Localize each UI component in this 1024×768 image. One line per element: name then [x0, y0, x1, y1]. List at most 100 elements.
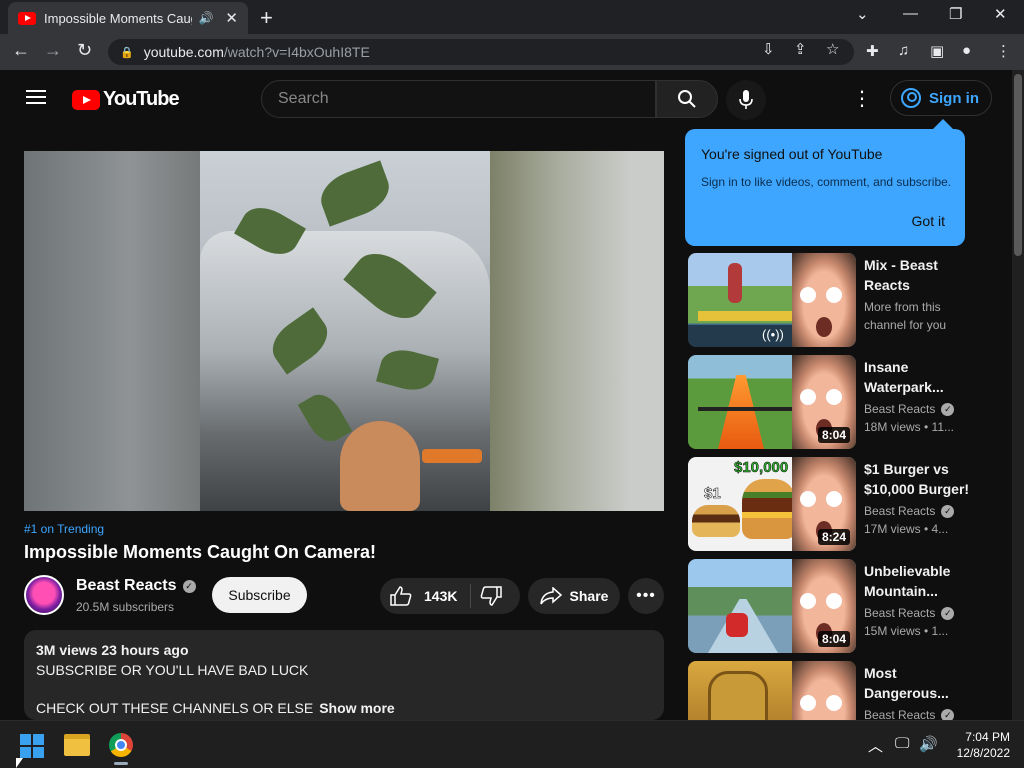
- like-divider: [470, 584, 471, 608]
- side-panel-icon[interactable]: ▣: [930, 42, 944, 60]
- network-icon[interactable]: 🖵: [895, 735, 909, 752]
- reload-icon[interactable]: ↻: [77, 40, 92, 61]
- system-clock[interactable]: 7:04 PM 12/8/2022: [944, 729, 1010, 761]
- tray-chevron-icon[interactable]: ︿: [868, 735, 883, 756]
- chrome-icon[interactable]: [109, 733, 133, 757]
- dislike-button[interactable]: [480, 586, 502, 611]
- search-button[interactable]: [656, 80, 718, 118]
- back-icon[interactable]: ←: [12, 40, 30, 61]
- recommendation-item[interactable]: ((•)) Mix - Beast Reacts More from this …: [688, 253, 1008, 347]
- media-control-icon[interactable]: ♫: [898, 42, 909, 59]
- recommendation-title[interactable]: Unbelievable Mountain...: [864, 561, 968, 601]
- thumb-slide: [718, 375, 764, 449]
- bookmark-star-icon[interactable]: ☆: [826, 40, 839, 58]
- close-window-button[interactable]: ✕: [994, 5, 1007, 23]
- browser-menu-icon[interactable]: ⋮: [996, 42, 1011, 60]
- verified-badge-icon: ✓: [182, 580, 196, 593]
- recommendation-channel-text: Beast Reacts: [864, 402, 936, 416]
- menu-icon[interactable]: [26, 90, 46, 104]
- windows-taskbar: ︿ 🖵 🔊 7:04 PM 12/8/2022: [0, 720, 1024, 768]
- video-blur-left: [24, 151, 200, 511]
- share-button[interactable]: Share: [528, 578, 620, 614]
- recommendation-channel: Beast Reacts ✓: [864, 402, 955, 416]
- thumb-face: [792, 253, 856, 347]
- channel-name-text: Beast Reacts: [76, 577, 177, 594]
- video-player[interactable]: [24, 151, 664, 511]
- volume-icon[interactable]: 🔊: [919, 735, 938, 753]
- share-page-icon[interactable]: ⇪: [794, 40, 807, 58]
- video-duration: 8:04: [817, 631, 850, 647]
- tooltip-body: Sign in to like videos, comment, and sub…: [701, 175, 952, 189]
- video-duration: 8:24: [817, 529, 850, 545]
- address-bar[interactable]: 🔒 youtube.com/watch?v=I4bxOuhI8TE: [108, 39, 854, 65]
- video-thumbnail[interactable]: ((•)): [688, 253, 856, 347]
- recommendation-item[interactable]: 8:04 Insane Waterpark... Beast Reacts ✓ 1…: [688, 355, 1008, 449]
- video-thumbnail[interactable]: 8:04: [688, 355, 856, 449]
- video-leaf: [314, 160, 396, 227]
- page-scrollbar[interactable]: [1012, 70, 1024, 720]
- sign-in-button[interactable]: Sign in: [890, 80, 992, 116]
- browser-tab[interactable]: Impossible Moments Caught On Camera! - Y…: [8, 2, 248, 34]
- tab-search-icon[interactable]: ⌄: [856, 5, 869, 23]
- recommendation-title[interactable]: Insane Waterpark...: [864, 357, 968, 397]
- tab-close-icon[interactable]: ✕: [225, 9, 238, 27]
- video-duration: 8:04: [817, 427, 850, 443]
- video-car: [200, 231, 490, 431]
- file-explorer-icon[interactable]: [64, 734, 90, 756]
- forward-icon[interactable]: →: [44, 40, 62, 61]
- youtube-logo[interactable]: YouTube: [72, 88, 180, 111]
- account-icon: [901, 88, 921, 108]
- mix-radio-icon: ((•)): [762, 327, 784, 342]
- settings-menu-icon[interactable]: ⋮: [852, 86, 872, 111]
- sign-in-label: Sign in: [929, 89, 979, 107]
- like-button[interactable]: 143K: [390, 586, 457, 606]
- thumb-handlebar: [698, 407, 798, 411]
- video-car-light: [422, 449, 482, 463]
- recommendation-title[interactable]: $1 Burger vs $10,000 Burger!: [864, 459, 974, 499]
- recommendation-channel: Beast Reacts ✓: [864, 504, 955, 518]
- video-thumbnail[interactable]: $10,000 $1 8:24: [688, 457, 856, 551]
- description-box[interactable]: 3M views 23 hours ago SUBSCRIBE OR YOU'L…: [24, 630, 664, 720]
- recommendation-title[interactable]: Mix - Beast Reacts: [864, 255, 968, 295]
- channel-name[interactable]: Beast Reacts ✓: [76, 577, 196, 595]
- tab-audio-icon[interactable]: 🔊: [198, 11, 213, 25]
- url-text: youtube.com/watch?v=I4bxOuhI8TE: [143, 44, 370, 60]
- recommendation-channel: More from this: [864, 300, 941, 314]
- recommendation-title[interactable]: Most Dangerous...: [864, 663, 968, 703]
- restore-button[interactable]: ❐: [949, 5, 962, 23]
- browser-tab-bar: Impossible Moments Caught On Camera! - Y…: [0, 0, 1024, 34]
- logo-text: YouTube: [103, 88, 180, 110]
- recommendation-item[interactable]: 8:04 Unbelievable Mountain... Beast Reac…: [688, 559, 1008, 653]
- voice-search-button[interactable]: [726, 80, 766, 120]
- install-app-icon[interactable]: ⇩: [762, 40, 775, 58]
- verified-badge-icon: ✓: [941, 709, 955, 720]
- channel-avatar[interactable]: [24, 575, 64, 615]
- recommendation-item[interactable]: Most Dangerous... Beast Reacts ✓: [688, 661, 1008, 720]
- lock-icon[interactable]: 🔒: [120, 46, 134, 59]
- video-thumbnail[interactable]: 8:04: [688, 559, 856, 653]
- tab-title: Impossible Moments Caught On Camera! - Y…: [44, 10, 192, 26]
- profile-icon[interactable]: ●: [962, 42, 971, 59]
- new-tab-button[interactable]: +: [260, 5, 273, 31]
- more-actions-icon[interactable]: •••: [628, 578, 664, 614]
- show-more-button[interactable]: Show more: [319, 700, 394, 716]
- like-dislike-group: 143K: [380, 578, 520, 614]
- video-hand: [340, 421, 420, 511]
- recommendation-item[interactable]: $10,000 $1 8:24 $1 Burger vs $10,000 Bur…: [688, 457, 1008, 551]
- share-arrow-icon: [539, 587, 562, 605]
- youtube-favicon-icon: [18, 11, 36, 25]
- trending-link[interactable]: #1 on Trending: [24, 522, 104, 536]
- got-it-button[interactable]: Got it: [912, 213, 945, 229]
- scrollbar-thumb[interactable]: [1014, 74, 1022, 256]
- subscribe-button[interactable]: Subscribe: [212, 577, 307, 613]
- microphone-icon: [739, 90, 753, 109]
- verified-badge-icon: ✓: [941, 403, 955, 416]
- extensions-icon[interactable]: ✚: [866, 42, 879, 60]
- description-line: CHECK OUT THESE CHANNELS OR ELSE Show mor…: [36, 700, 652, 716]
- windows-start-icon[interactable]: [20, 734, 44, 758]
- thumb-rider: [726, 613, 748, 637]
- view-count-date: 3M views 23 hours ago: [36, 642, 189, 658]
- search-input[interactable]: Search: [261, 80, 656, 118]
- minimize-button[interactable]: —: [903, 5, 918, 22]
- video-thumbnail[interactable]: [688, 661, 856, 720]
